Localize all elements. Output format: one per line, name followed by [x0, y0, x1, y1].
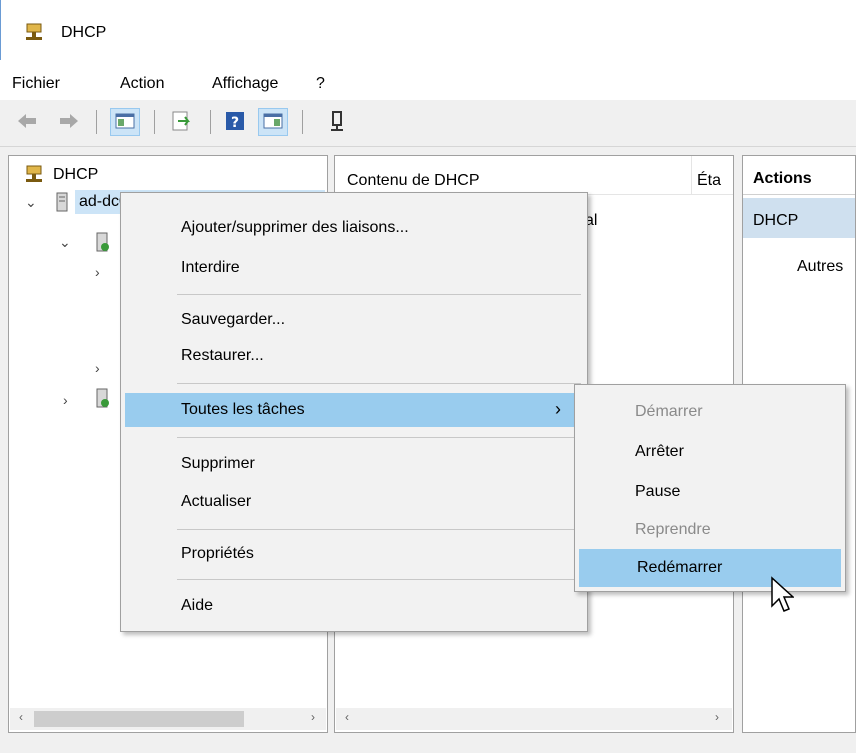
actions-section-dhcp[interactable]: DHCP: [743, 198, 855, 238]
actions-section-label: DHCP: [753, 212, 799, 229]
column-header-state[interactable]: Éta: [697, 172, 721, 190]
submenu-item-arreter[interactable]: Arrêter: [575, 435, 845, 469]
submenu-toutes-les-taches: Démarrer Arrêter Pause Reprendre Redémar…: [574, 384, 846, 592]
actions-header: Actions: [743, 156, 855, 195]
content-header: Contenu de DHCP Éta: [335, 156, 733, 195]
menu-separator: [177, 437, 581, 438]
back-arrow-icon[interactable]: [16, 110, 38, 132]
dhcp-root-icon: [26, 165, 42, 182]
toolbar-separator: [210, 110, 211, 134]
scroll-left-icon[interactable]: ‹: [338, 710, 356, 724]
submenu-item-demarrer[interactable]: Démarrer: [575, 395, 845, 429]
submenu-item-pause[interactable]: Pause: [575, 475, 845, 509]
status-bar: [0, 736, 856, 753]
menu-separator: [177, 579, 581, 580]
scroll-left-icon[interactable]: ‹: [12, 710, 30, 724]
chevron-right-icon[interactable]: ›: [63, 392, 68, 408]
tree-root-label[interactable]: DHCP: [53, 166, 98, 184]
mouse-pointer-icon: [771, 576, 794, 612]
menu-item-restaurer[interactable]: Restaurer...: [121, 339, 587, 373]
content-horizontal-scrollbar[interactable]: ‹ ›: [336, 708, 732, 730]
chevron-right-icon[interactable]: ›: [95, 360, 100, 376]
dhcp-app-icon: [26, 23, 42, 40]
menu-item-toutes-les-taches[interactable]: Toutes les tâches ›: [125, 393, 577, 427]
export-list-icon[interactable]: [170, 110, 192, 132]
column-divider[interactable]: [691, 156, 692, 194]
menu-action[interactable]: Action: [120, 75, 164, 93]
scroll-right-icon[interactable]: ›: [304, 710, 322, 724]
menu-item-proprietes[interactable]: Propriétés: [121, 537, 587, 571]
menu-separator: [177, 294, 581, 295]
context-menu: Ajouter/supprimer des liaisons... Interd…: [120, 192, 588, 632]
chevron-down-icon[interactable]: ⌄: [25, 194, 37, 211]
window-title: DHCP: [61, 24, 107, 41]
submenu-item-reprendre[interactable]: Reprendre: [575, 513, 845, 547]
column-header-name[interactable]: Contenu de DHCP: [347, 172, 480, 190]
svg-text:?: ?: [231, 115, 239, 131]
chevron-right-icon: ›: [555, 399, 561, 419]
menu-item-actualiser[interactable]: Actualiser: [121, 485, 587, 519]
show-hide-action-pane-icon[interactable]: [262, 110, 284, 132]
tree-horizontal-scrollbar[interactable]: ‹ ›: [10, 708, 326, 730]
menu-item-add-remove-bindings[interactable]: Ajouter/supprimer des liaisons...: [121, 211, 587, 245]
toolbar: ?: [0, 100, 856, 147]
submenu-item-redemarrer[interactable]: Redémarrer: [579, 549, 841, 587]
toolbar-separator: [154, 110, 155, 134]
menu-affichage[interactable]: Affichage: [212, 75, 278, 93]
menu-item-aide[interactable]: Aide: [121, 589, 587, 623]
menu-separator: [177, 529, 581, 530]
chevron-down-icon[interactable]: ⌄: [59, 234, 71, 251]
menu-item-supprimer[interactable]: Supprimer: [121, 447, 587, 481]
actions-title: Actions: [753, 170, 812, 187]
toolbar-separator: [302, 110, 303, 134]
ipv4-icon: [96, 232, 109, 252]
forward-arrow-icon[interactable]: [58, 110, 80, 132]
menu-separator: [177, 383, 581, 384]
actions-more-item[interactable]: Autres: [797, 258, 843, 276]
server-icon: [56, 192, 68, 212]
title-bar: DHCP: [0, 0, 856, 60]
menu-item-sauvegarder[interactable]: Sauvegarder...: [121, 303, 587, 337]
chevron-right-icon[interactable]: ›: [95, 264, 100, 280]
show-hide-console-tree-icon[interactable]: [114, 110, 136, 132]
toolbar-separator: [96, 110, 97, 134]
scrollbar-thumb[interactable]: [34, 711, 244, 727]
menu-help[interactable]: ?: [316, 75, 325, 93]
menu-item-interdire[interactable]: Interdire: [121, 251, 587, 285]
scroll-right-icon[interactable]: ›: [708, 710, 726, 724]
server-status-icon[interactable]: [326, 110, 348, 132]
ipv6-icon: [96, 388, 109, 408]
menu-fichier[interactable]: Fichier: [12, 75, 60, 93]
menu-bar: Fichier Action Affichage ?: [0, 60, 856, 100]
help-icon[interactable]: ?: [224, 110, 246, 132]
